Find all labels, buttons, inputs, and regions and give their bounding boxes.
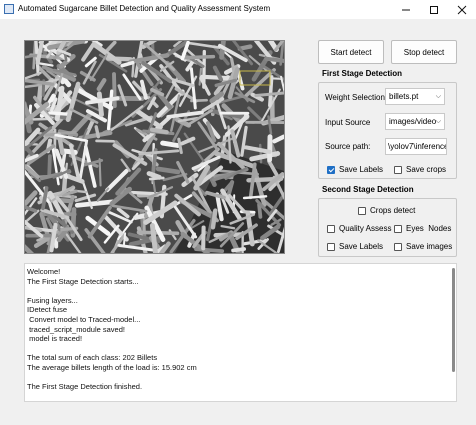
log-line: IDetect fuse	[27, 305, 68, 315]
detection-preview-image	[24, 40, 285, 254]
log-line: Welcome!	[27, 267, 61, 276]
billets-image	[25, 41, 284, 253]
weight-selection-label: Weight Selection	[325, 93, 385, 102]
second-stage-group: Crops detect Quality Assess Eyes Nodes S…	[318, 198, 457, 257]
minimize-icon	[402, 9, 410, 10]
save-labels-checkbox-stage1[interactable]: Save Labels	[327, 165, 383, 174]
source-path-label: Source path:	[325, 142, 371, 151]
app-icon	[4, 4, 14, 14]
chevron-down-icon: ⌵	[435, 93, 441, 100]
log-output[interactable]: Welcome! The First Stage Detection starts…	[24, 263, 457, 402]
input-source-dropdown[interactable]: images/video ⌵	[385, 113, 445, 130]
weight-selection-dropdown[interactable]: billets.pt ⌵	[385, 88, 445, 105]
close-button[interactable]	[448, 0, 476, 19]
title-bar: Automated Sugarcane Billet Detection and…	[0, 0, 476, 19]
save-images-checkbox[interactable]: Save images	[394, 242, 452, 251]
save-crops-label: Save crops	[406, 165, 447, 174]
log-line: Fusing layers...	[27, 295, 78, 305]
crops-detect-label: Crops detect	[370, 206, 416, 215]
log-line: Convert model to Traced-model...	[27, 315, 141, 324]
log-line: The First Stage Detection starts...	[27, 276, 139, 286]
second-stage-title: Second Stage Detection	[322, 185, 414, 194]
eyes-nodes-checkbox[interactable]: Eyes Nodes	[394, 224, 451, 233]
save-labels-checkbox-stage2[interactable]: Save Labels	[327, 242, 383, 251]
maximize-button[interactable]	[420, 0, 448, 19]
crops-detect-checkbox[interactable]: Crops detect	[358, 206, 415, 215]
chevron-down-icon: ⌵	[435, 118, 441, 125]
log-line: The average billets length of the load i…	[27, 363, 197, 372]
start-detect-button[interactable]: Start detect	[318, 40, 384, 64]
minimize-button[interactable]	[392, 0, 420, 19]
checkbox-checked-icon	[327, 165, 335, 174]
eyes-nodes-label: Eyes Nodes	[406, 224, 452, 233]
log-line: The First Stage Detection finished.	[27, 382, 143, 392]
log-scrollbar[interactable]	[452, 268, 455, 372]
weight-selection-value: billets.pt	[389, 92, 419, 101]
checkbox-icon	[394, 224, 402, 233]
close-icon	[457, 5, 467, 14]
input-source-value: images/video	[389, 117, 437, 126]
log-line: The total sum of each class: 202 Billets	[27, 353, 158, 363]
checkbox-icon	[358, 206, 366, 215]
checkbox-icon	[394, 242, 402, 251]
save-crops-checkbox[interactable]: Save crops	[394, 165, 446, 174]
source-path-input[interactable]: \yolov7\inference\try	[385, 138, 447, 155]
first-stage-title: First Stage Detection	[322, 69, 403, 78]
log-line: traced_script_module saved!	[27, 324, 125, 334]
stop-detect-button[interactable]: Stop detect	[391, 40, 457, 64]
save-images-label: Save images	[406, 242, 453, 251]
maximize-icon	[430, 5, 438, 14]
save-labels-label: Save Labels	[339, 242, 384, 251]
save-labels-label: Save Labels	[339, 165, 384, 174]
checkbox-icon	[327, 242, 335, 251]
quality-assess-checkbox[interactable]: Quality Assess	[327, 224, 391, 233]
first-stage-group: Weight Selection billets.pt ⌵ Input Sour…	[318, 82, 457, 179]
log-line: model is traced!	[27, 334, 83, 344]
window-title: Automated Sugarcane Billet Detection and…	[18, 4, 271, 13]
quality-assess-label: Quality Assess	[339, 224, 392, 233]
app-window: Automated Sugarcane Billet Detection and…	[0, 0, 476, 425]
checkbox-icon	[394, 165, 402, 174]
input-source-label: Input Source	[325, 118, 371, 127]
checkbox-icon	[327, 224, 335, 233]
